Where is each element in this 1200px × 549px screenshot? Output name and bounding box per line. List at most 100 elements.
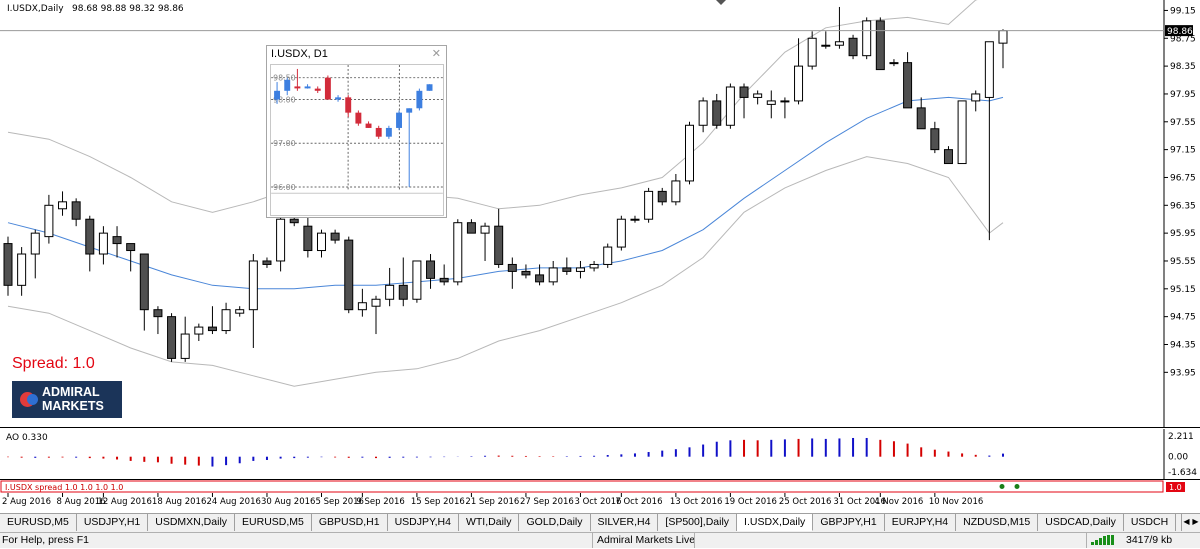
ao-indicator-panel[interactable]: AO 0.330 2.211 0.00 -1.634 (0, 429, 1200, 480)
logo-line-2: MARKETS (42, 399, 104, 413)
main-price-chart[interactable]: 99.1598.7598.3597.9597.5597.1596.7596.35… (0, 0, 1200, 428)
ao-axis: 2.211 0.00 -1.634 (1168, 432, 1197, 478)
candle-body (875, 20, 885, 71)
price-tick-label: 95.15 (1170, 285, 1196, 295)
candle-body (943, 149, 953, 165)
candle-body (616, 218, 626, 248)
tab-eurusd-m5[interactable]: EURUSD,M5 (235, 514, 312, 531)
candle-body (916, 107, 926, 130)
tab-sp500-daily[interactable]: [SP500],Daily (658, 514, 738, 531)
mini-candle (324, 75, 331, 100)
price-tick-label: 96.35 (1170, 201, 1196, 211)
candle (412, 260, 422, 303)
candle-body (17, 253, 27, 286)
tab-i-usdx-daily[interactable]: I.USDX,Daily (737, 514, 814, 531)
tab-wti-daily[interactable]: WTI,Daily (459, 514, 520, 531)
mini-candle (375, 125, 382, 139)
mini-candle-body (304, 86, 311, 89)
candle (453, 219, 463, 286)
candle (167, 313, 177, 362)
mini-chart-plot[interactable]: 98.5098.0097.0096.00 (270, 64, 444, 216)
spread-indicator-frame (0, 480, 1164, 493)
candle-body (712, 100, 722, 126)
spread-dot-icon (999, 484, 1005, 489)
price-tick-label: 98.35 (1170, 62, 1196, 72)
spread-dot-icon (1014, 484, 1020, 489)
candle-body (739, 86, 749, 98)
candle-body (535, 274, 545, 283)
tab-usdmxn-daily[interactable]: USDMXN,Daily (148, 514, 236, 531)
candle-body (753, 93, 763, 98)
candle-body (998, 30, 1008, 44)
mini-candle (385, 125, 392, 139)
candle-body (44, 204, 54, 238)
mini-candle-body (324, 77, 331, 100)
date-label: 18 Aug 2016 (152, 497, 206, 507)
mini-candle-body (385, 127, 392, 137)
admiral-markets-logo: ADMIRAL MARKETS (12, 381, 122, 418)
mini-candle (355, 110, 362, 126)
mini-chart-window[interactable]: I.USDX, D1 ✕ 98.50 98.00 97.00 96.00 (266, 45, 447, 218)
candle-body (221, 309, 231, 332)
tab-usdcad-daily[interactable]: USDCAD,Daily (1038, 514, 1124, 531)
candle-body (412, 260, 422, 300)
date-label: 9 Sep 2016 (356, 497, 404, 507)
tab-usdjpy-h1[interactable]: USDJPY,H1 (77, 514, 149, 531)
close-icon[interactable]: ✕ (432, 47, 441, 60)
tab-silver-h4[interactable]: SILVER,H4 (591, 514, 659, 531)
date-label: 30 Aug 2016 (261, 497, 315, 507)
mini-candle (365, 121, 372, 128)
candle-body (453, 222, 463, 283)
date-label: 27 Sep 2016 (520, 497, 574, 507)
mini-candle-body (355, 112, 362, 124)
candle-body (862, 20, 872, 57)
candle-body (507, 263, 517, 272)
date-label: 21 Sep 2016 (465, 497, 519, 507)
date-label: 4 Nov 2016 (874, 497, 923, 507)
chart-header-symbol: I.USDX,Daily (7, 4, 64, 14)
price-tick-label: 97.55 (1170, 118, 1196, 128)
tab-gbpjpy-h1[interactable]: GBPJPY,H1 (813, 514, 885, 531)
scroll-left-icon[interactable]: ◀ (1182, 514, 1191, 531)
tab-nzdusd-m15[interactable]: NZDUSD,M15 (956, 514, 1039, 531)
price-axis[interactable]: 99.1598.7598.3597.9597.5597.1596.7596.35… (1164, 6, 1196, 378)
current-price-tag: 98.86 (1165, 25, 1193, 37)
spread-indicator-panel[interactable]: I.USDX spread 1.0 1.0 1.0 1.0 1.0 (0, 480, 1200, 493)
candle-body (548, 267, 558, 283)
mini-candle-body (365, 123, 372, 128)
candle-body (903, 62, 913, 109)
price-tick-label: 96.75 (1170, 173, 1196, 183)
candle-body (126, 243, 136, 252)
tab-usdjpy-h4[interactable]: USDJPY,H4 (388, 514, 459, 531)
tab-usdch[interactable]: USDCH (1124, 514, 1177, 531)
candle-body (303, 225, 313, 252)
candle-body (984, 41, 994, 98)
mini-candle (284, 77, 291, 96)
logo-text: ADMIRAL MARKETS (42, 385, 104, 413)
mini-tick-label: 96.00 (273, 183, 296, 192)
date-label: 19 Oct 2016 (724, 497, 777, 507)
candle-body (289, 218, 299, 224)
price-tick-label: 95.55 (1170, 257, 1196, 267)
mini-candle (406, 108, 413, 187)
mini-candle-body (284, 79, 291, 91)
scroll-right-icon[interactable]: ▶ (1191, 514, 1200, 531)
status-separator (694, 533, 695, 548)
price-tick-label: 99.15 (1170, 6, 1196, 16)
tab-gold-daily[interactable]: GOLD,Daily (519, 514, 591, 531)
tab-eurusd-m5[interactable]: EURUSD,M5 (0, 514, 77, 531)
date-label: 24 Aug 2016 (206, 497, 260, 507)
candle (603, 243, 613, 268)
price-tick-label: 93.95 (1170, 368, 1196, 378)
mini-chart-title: I.USDX, D1 (271, 48, 328, 60)
date-label: 15 Sep 2016 (411, 497, 465, 507)
tab-gbpusd-h1[interactable]: GBPUSD,H1 (312, 514, 388, 531)
ao-label: AO 0.330 (6, 433, 48, 443)
candle-body (180, 333, 190, 359)
price-tick-label: 94.75 (1170, 313, 1196, 323)
date-label: 12 Aug 2016 (97, 497, 151, 507)
tab-scroll-controls: ◀ ▶ (1181, 514, 1200, 531)
tab-eurjpy-h4[interactable]: EURJPY,H4 (885, 514, 957, 531)
candle-body (685, 124, 694, 182)
candle (725, 83, 735, 129)
